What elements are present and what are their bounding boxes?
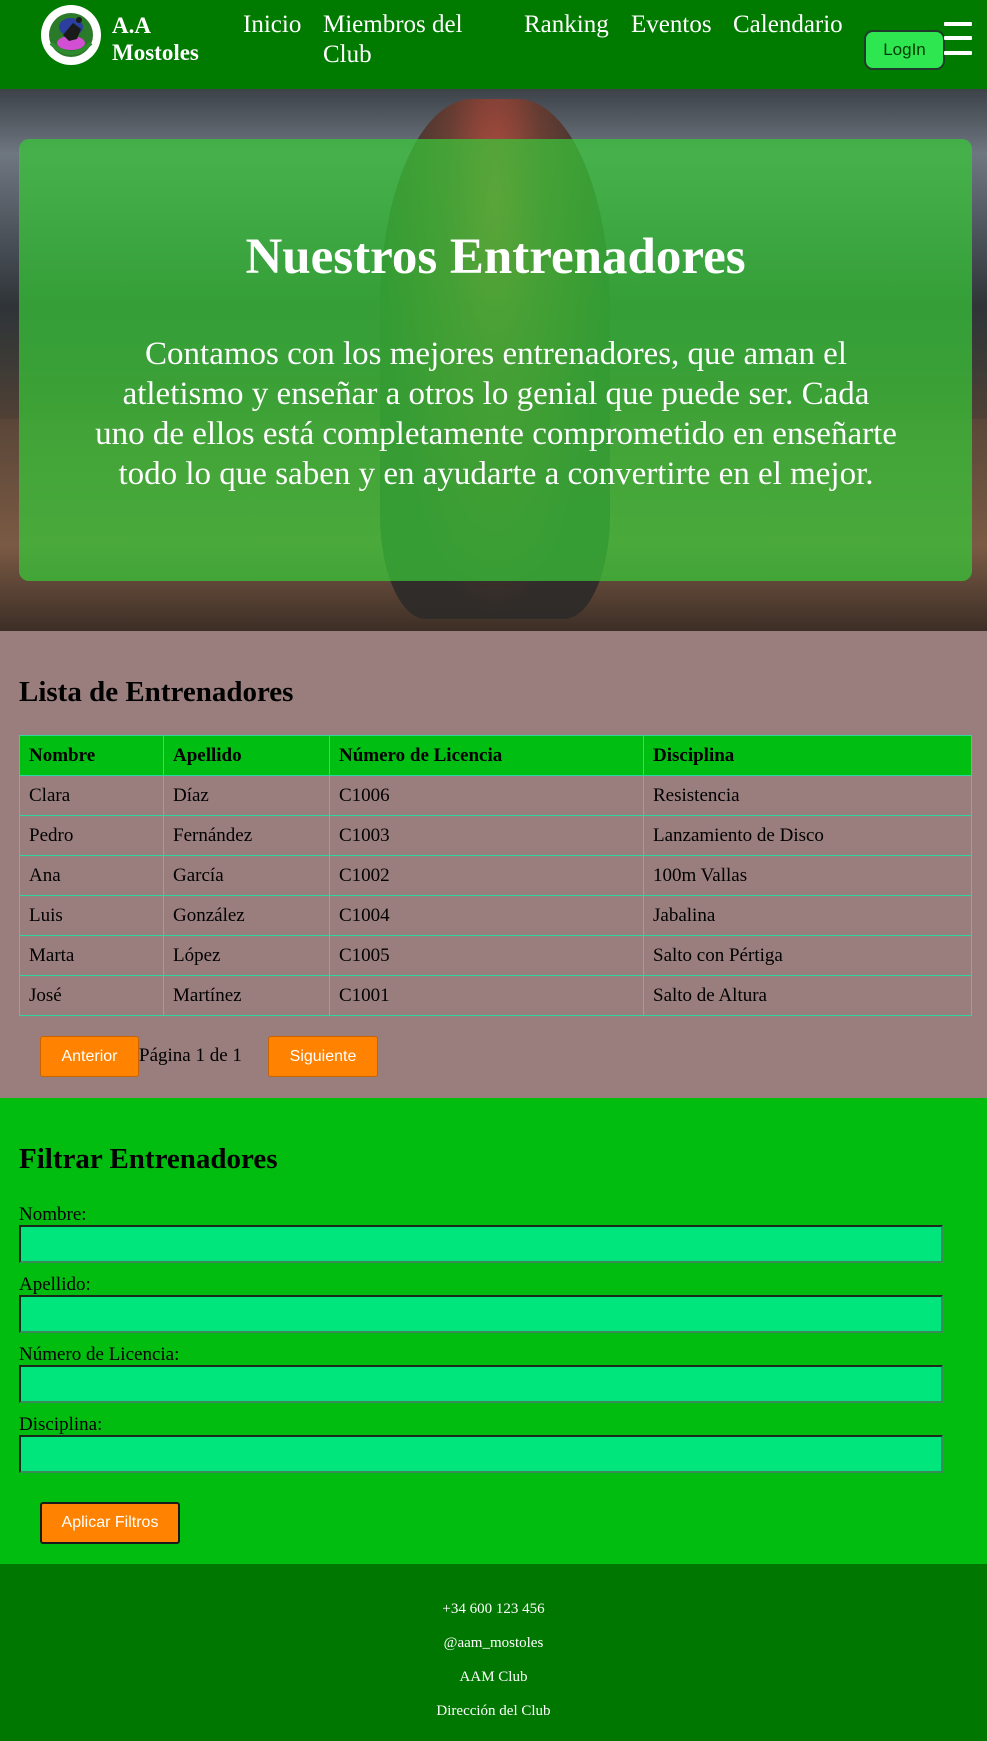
table-row: Marta López C1005 Salto con Pértiga xyxy=(19,935,972,976)
licencia-label: Número de Licencia: xyxy=(19,1344,180,1365)
table-row: José Martínez C1001 Salto de Altura xyxy=(19,975,972,1016)
cell-licencia: C1004 xyxy=(329,895,644,936)
cell-licencia: C1003 xyxy=(329,815,644,856)
hero-banner: Nuestros Entrenadores Contamos con los m… xyxy=(0,89,987,631)
table-header-row: Nombre Apellido Número de Licencia Disci… xyxy=(19,735,972,776)
hero-description-line: todo lo que saben y en ayudarte a conver… xyxy=(118,456,874,492)
coaches-list-section: Lista de Entrenadores Nombre Apellido Nú… xyxy=(0,631,987,1098)
cell-licencia: C1005 xyxy=(329,935,644,976)
nav-link-eventos[interactable]: Eventos xyxy=(631,10,712,40)
apellido-label: Apellido: xyxy=(19,1274,91,1295)
cell-disciplina: Salto de Altura xyxy=(643,975,972,1016)
brand-name[interactable]: A.A Mostoles xyxy=(112,12,199,66)
login-button[interactable]: LogIn xyxy=(864,30,945,70)
cell-nombre: Ana xyxy=(19,855,164,896)
cell-apellido: Martínez xyxy=(163,975,330,1016)
nav-link-ranking[interactable]: Ranking xyxy=(524,10,609,40)
club-logo-icon[interactable] xyxy=(41,5,101,65)
hero-description: Contamos con los mejores entrenadores, q… xyxy=(60,334,932,494)
table-row: Ana García C1002 100m Vallas xyxy=(19,855,972,896)
cell-disciplina: Salto con Pértiga xyxy=(643,935,972,976)
filter-section: Filtrar Entrenadores Nombre: Apellido: N… xyxy=(0,1098,987,1564)
cell-apellido: Díaz xyxy=(163,775,330,816)
hero-title: Nuestros Entrenadores xyxy=(245,229,746,285)
hero-description-line: Contamos con los mejores entrenadores, q… xyxy=(145,336,847,372)
column-header-nombre[interactable]: Nombre xyxy=(19,735,164,776)
brand-line-2: Mostoles xyxy=(112,40,199,65)
apply-filters-button[interactable]: Aplicar Filtros xyxy=(40,1502,180,1544)
page-footer: +34 600 123 456 @aam_mostoles AAM Club D… xyxy=(0,1564,987,1741)
cell-disciplina: Resistencia xyxy=(643,775,972,816)
next-page-button[interactable]: Siguiente xyxy=(268,1036,378,1077)
cell-licencia: C1002 xyxy=(329,855,644,896)
licencia-input[interactable] xyxy=(19,1365,943,1403)
nav-link-calendario[interactable]: Calendario xyxy=(733,10,843,40)
coaches-table: Nombre Apellido Número de Licencia Disci… xyxy=(19,735,972,1016)
footer-club-name: AAM Club xyxy=(459,1669,528,1685)
cell-nombre: Marta xyxy=(19,935,164,976)
nombre-input[interactable] xyxy=(19,1225,943,1263)
nav-link-miembros-line1: Miembros del xyxy=(323,11,463,38)
cell-disciplina: Jabalina xyxy=(643,895,972,936)
disciplina-input[interactable] xyxy=(19,1435,943,1473)
page-indicator: Página 1 de 1 xyxy=(139,1045,242,1066)
column-header-licencia[interactable]: Número de Licencia xyxy=(329,735,644,776)
previous-page-button[interactable]: Anterior xyxy=(40,1036,139,1077)
filter-title: Filtrar Entrenadores xyxy=(19,1143,278,1175)
cell-nombre: José xyxy=(19,975,164,1016)
cell-disciplina: 100m Vallas xyxy=(643,855,972,896)
cell-apellido: Fernández xyxy=(163,815,330,856)
cell-licencia: C1006 xyxy=(329,775,644,816)
apellido-input[interactable] xyxy=(19,1295,943,1333)
cell-disciplina: Lanzamiento de Disco xyxy=(643,815,972,856)
nombre-label: Nombre: xyxy=(19,1204,87,1225)
nav-link-miembros[interactable]: Miembros del Club xyxy=(323,10,463,70)
nav-link-inicio[interactable]: Inicio xyxy=(243,10,301,40)
column-header-apellido[interactable]: Apellido xyxy=(163,735,330,776)
table-row: Pedro Fernández C1003 Lanzamiento de Dis… xyxy=(19,815,972,856)
hamburger-menu-icon[interactable] xyxy=(944,22,972,58)
disciplina-label: Disciplina: xyxy=(19,1414,103,1435)
cell-nombre: Luis xyxy=(19,895,164,936)
cell-nombre: Clara xyxy=(19,775,164,816)
brand-line-1: A.A xyxy=(112,13,151,38)
list-title: Lista de Entrenadores xyxy=(19,676,294,708)
cell-apellido: González xyxy=(163,895,330,936)
hero-description-line: uno de ellos está completamente comprome… xyxy=(95,416,897,452)
cell-licencia: C1001 xyxy=(329,975,644,1016)
hero-description-line: atletismo y enseñar a otros lo genial qu… xyxy=(122,376,870,412)
nav-link-miembros-line2: Club xyxy=(323,41,372,68)
top-navbar: A.A Mostoles Inicio Miembros del Club Ra… xyxy=(0,0,987,89)
footer-social[interactable]: @aam_mostoles xyxy=(0,1633,987,1653)
cell-apellido: García xyxy=(163,855,330,896)
column-header-disciplina[interactable]: Disciplina xyxy=(643,735,972,776)
table-row: Clara Díaz C1006 Resistencia xyxy=(19,775,972,816)
footer-address: Dirección del Club xyxy=(436,1703,551,1719)
cell-nombre: Pedro xyxy=(19,815,164,856)
cell-apellido: López xyxy=(163,935,330,976)
footer-phone: +34 600 123 456 xyxy=(442,1601,545,1617)
table-row: Luis González C1004 Jabalina xyxy=(19,895,972,936)
